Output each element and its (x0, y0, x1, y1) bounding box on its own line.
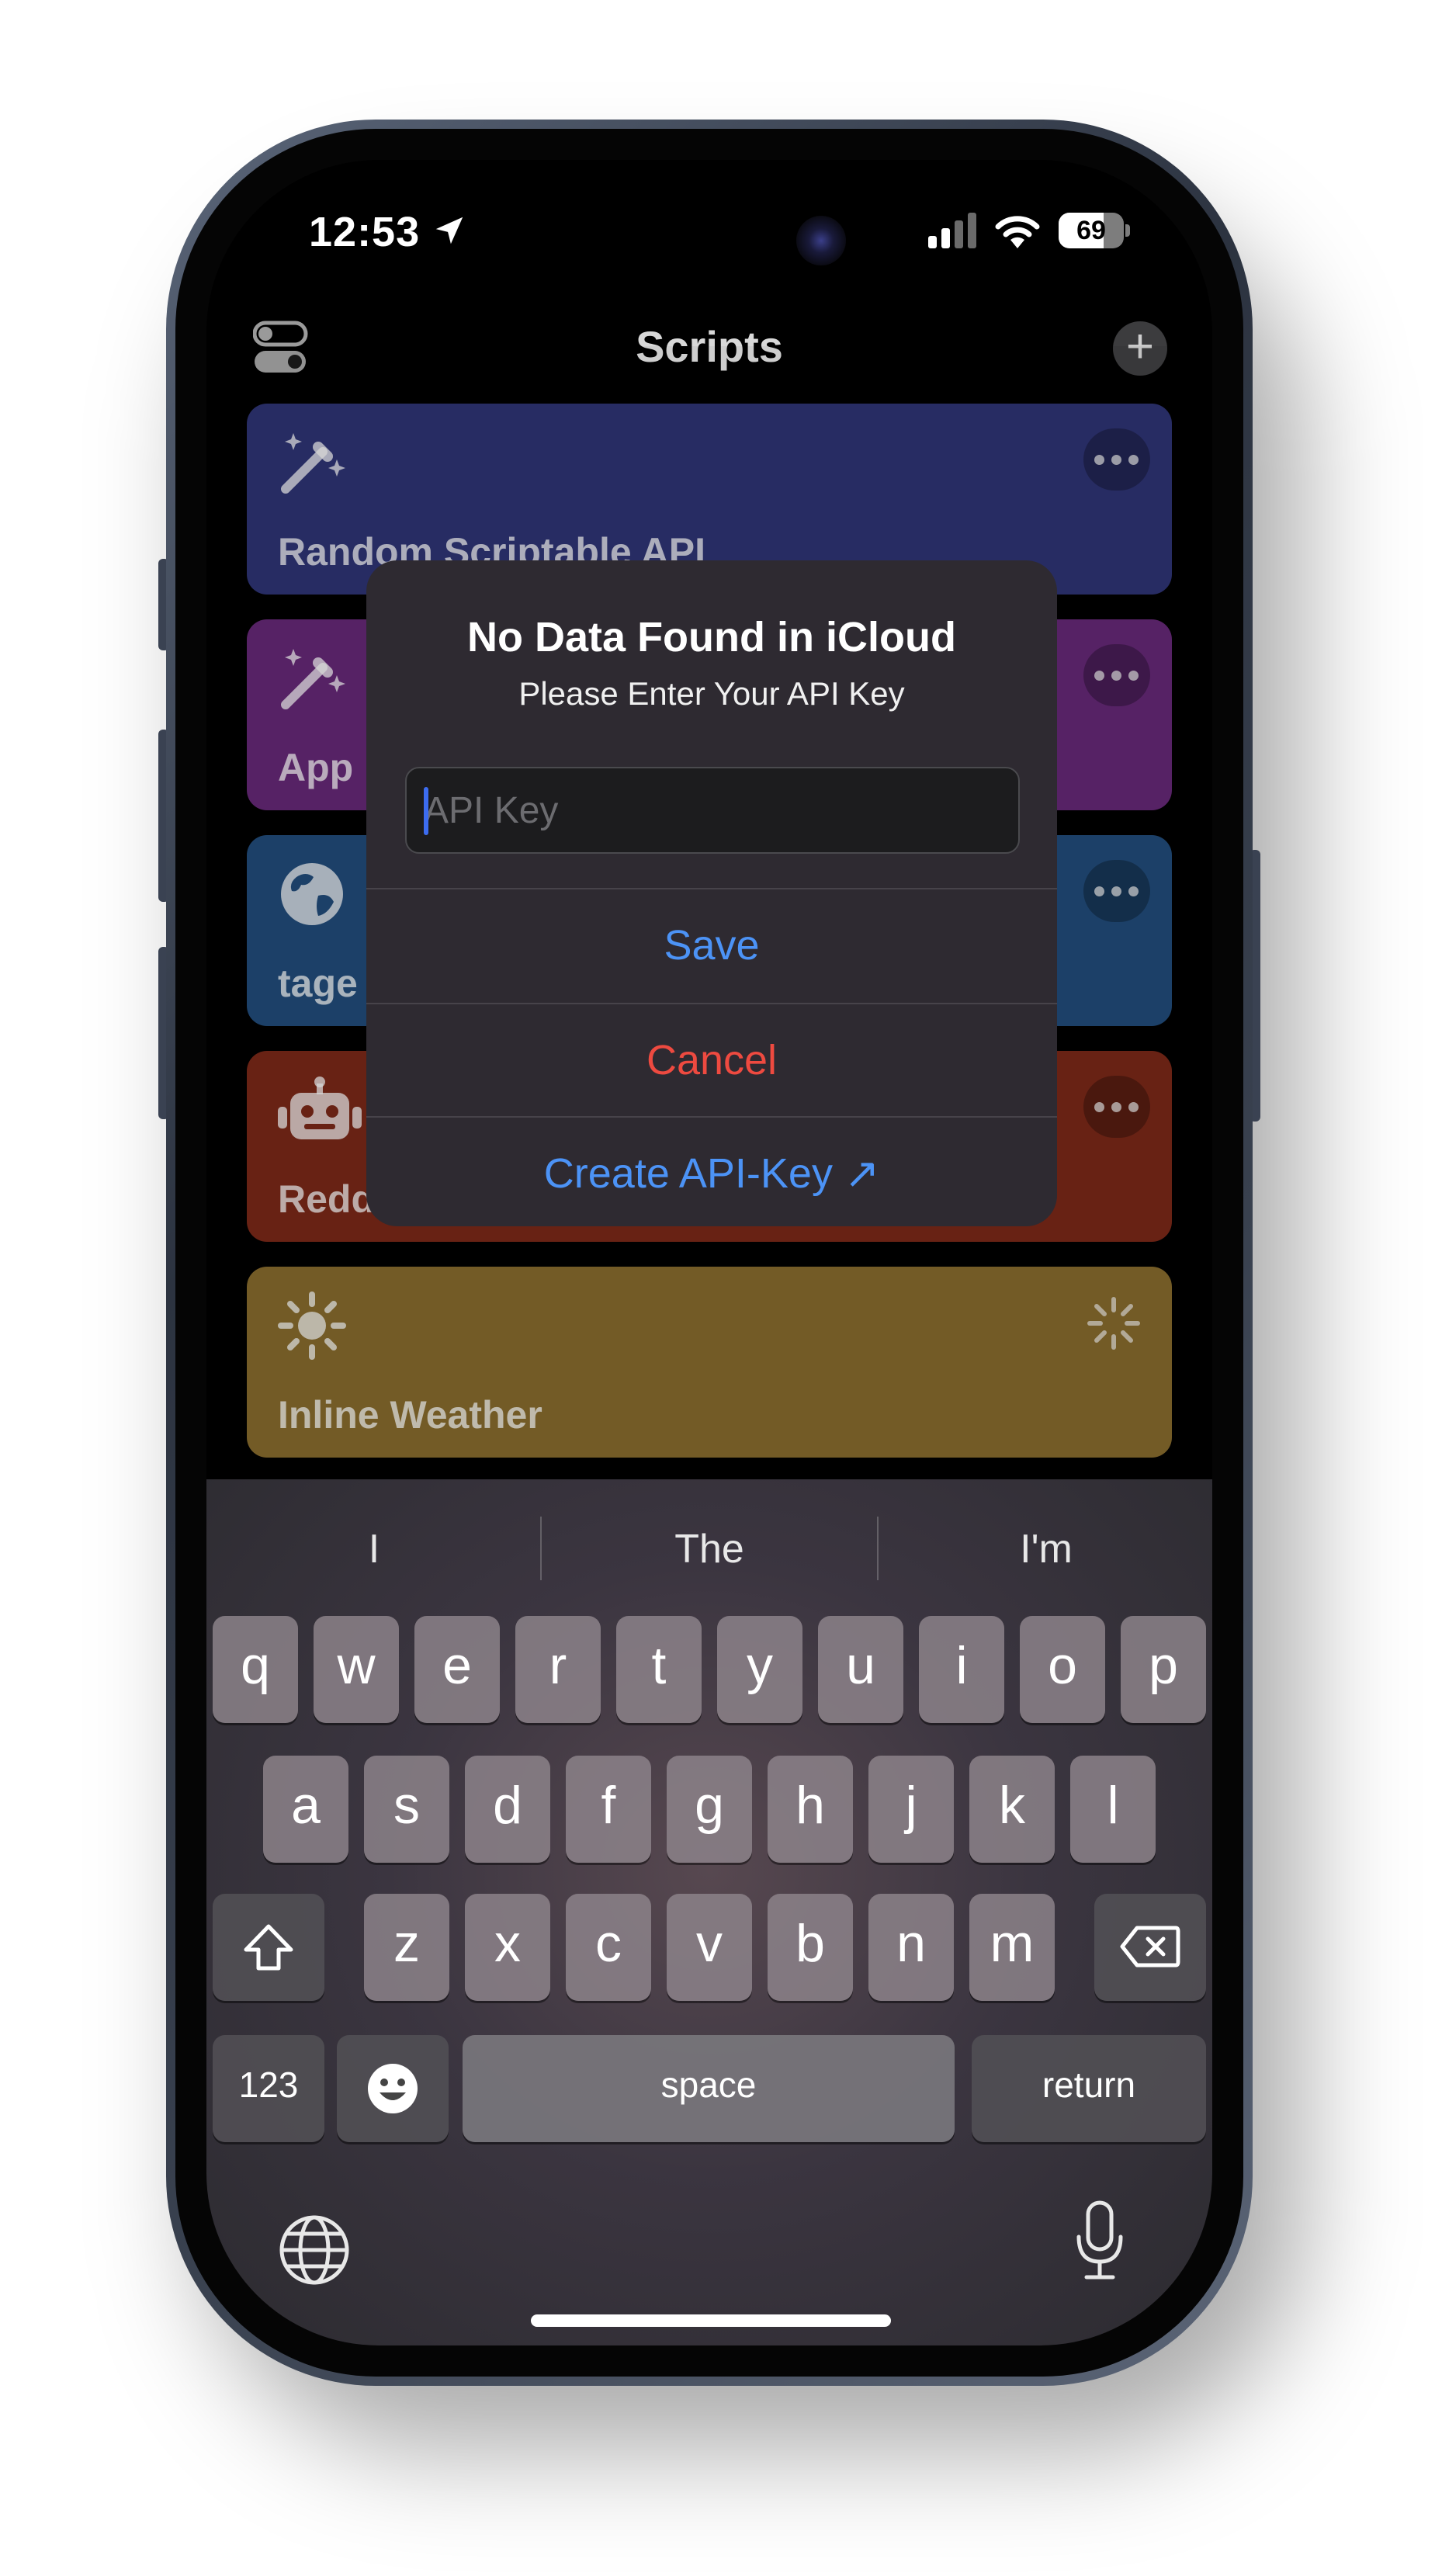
key-v[interactable]: v (667, 1894, 752, 2001)
home-indicator[interactable] (531, 2314, 891, 2327)
alert-title: No Data Found in iCloud (467, 614, 956, 660)
space-key[interactable]: space (463, 2035, 955, 2142)
api-key-alert: No Data Found in iCloud Please Enter You… (366, 560, 1057, 1226)
key-d[interactable]: d (465, 1756, 550, 1863)
alert-message: Please Enter Your API Key (518, 675, 905, 712)
battery-indicator: 69 (1059, 213, 1130, 248)
key-y[interactable]: y (717, 1616, 802, 1723)
wifi-icon (995, 216, 1040, 248)
key-a[interactable]: a (263, 1756, 348, 1863)
emoji-icon (368, 2064, 418, 2113)
key-z[interactable]: z (364, 1894, 449, 2001)
keyboard: I The I'm q w e r t y u i o p a s d f g … (206, 1479, 1212, 2345)
microphone-icon[interactable] (1073, 2200, 1127, 2285)
battery-percent: 69 (1076, 216, 1106, 245)
suggestion-2[interactable]: The (542, 1510, 877, 1588)
key-w[interactable]: w (314, 1616, 399, 1723)
key-r[interactable]: r (515, 1616, 601, 1723)
key-s[interactable]: s (364, 1756, 449, 1863)
key-x[interactable]: x (465, 1894, 550, 2001)
api-key-input[interactable] (424, 768, 998, 852)
battery-cap (1125, 224, 1130, 237)
suggestion-1[interactable]: I (206, 1510, 542, 1588)
numbers-key[interactable]: 123 (213, 2035, 324, 2142)
globe-icon[interactable] (278, 2214, 351, 2287)
return-key[interactable]: return (972, 2035, 1206, 2142)
key-e[interactable]: e (414, 1616, 500, 1723)
key-u[interactable]: u (818, 1616, 903, 1723)
delete-icon (1120, 1926, 1180, 1968)
key-f[interactable]: f (566, 1756, 651, 1863)
cancel-button[interactable]: Cancel (366, 1004, 1057, 1116)
key-i[interactable]: i (919, 1616, 1004, 1723)
shift-key[interactable] (213, 1894, 324, 2001)
location-arrow-icon (435, 217, 463, 244)
key-o[interactable]: o (1020, 1616, 1105, 1723)
key-g[interactable]: g (667, 1756, 752, 1863)
api-key-field[interactable] (405, 767, 1020, 854)
key-q[interactable]: q (213, 1616, 298, 1723)
emoji-key[interactable] (337, 2035, 449, 2142)
create-api-key-link[interactable]: Create API-Key ↗ (366, 1118, 1057, 1226)
key-b[interactable]: b (768, 1894, 853, 2001)
key-c[interactable]: c (566, 1894, 651, 2001)
key-t[interactable]: t (616, 1616, 702, 1723)
delete-key[interactable] (1094, 1894, 1206, 2001)
key-n[interactable]: n (868, 1894, 954, 2001)
key-m[interactable]: m (969, 1894, 1055, 2001)
front-camera (796, 216, 846, 265)
key-h[interactable]: h (768, 1756, 853, 1863)
cellular-signal-icon (928, 213, 976, 248)
battery-body: 69 (1059, 213, 1124, 248)
save-button[interactable]: Save (366, 889, 1057, 1001)
text-caret (424, 787, 428, 835)
phone-screen: 12:53 69 Scripts + Random Scriptable API… (206, 160, 1212, 2345)
key-l[interactable]: l (1070, 1756, 1156, 1863)
key-j[interactable]: j (868, 1756, 954, 1863)
key-p[interactable]: p (1121, 1616, 1206, 1723)
key-k[interactable]: k (969, 1756, 1055, 1863)
shift-icon (244, 1924, 293, 1971)
suggestion-3[interactable]: I'm (879, 1510, 1212, 1588)
status-time: 12:53 (309, 209, 421, 255)
